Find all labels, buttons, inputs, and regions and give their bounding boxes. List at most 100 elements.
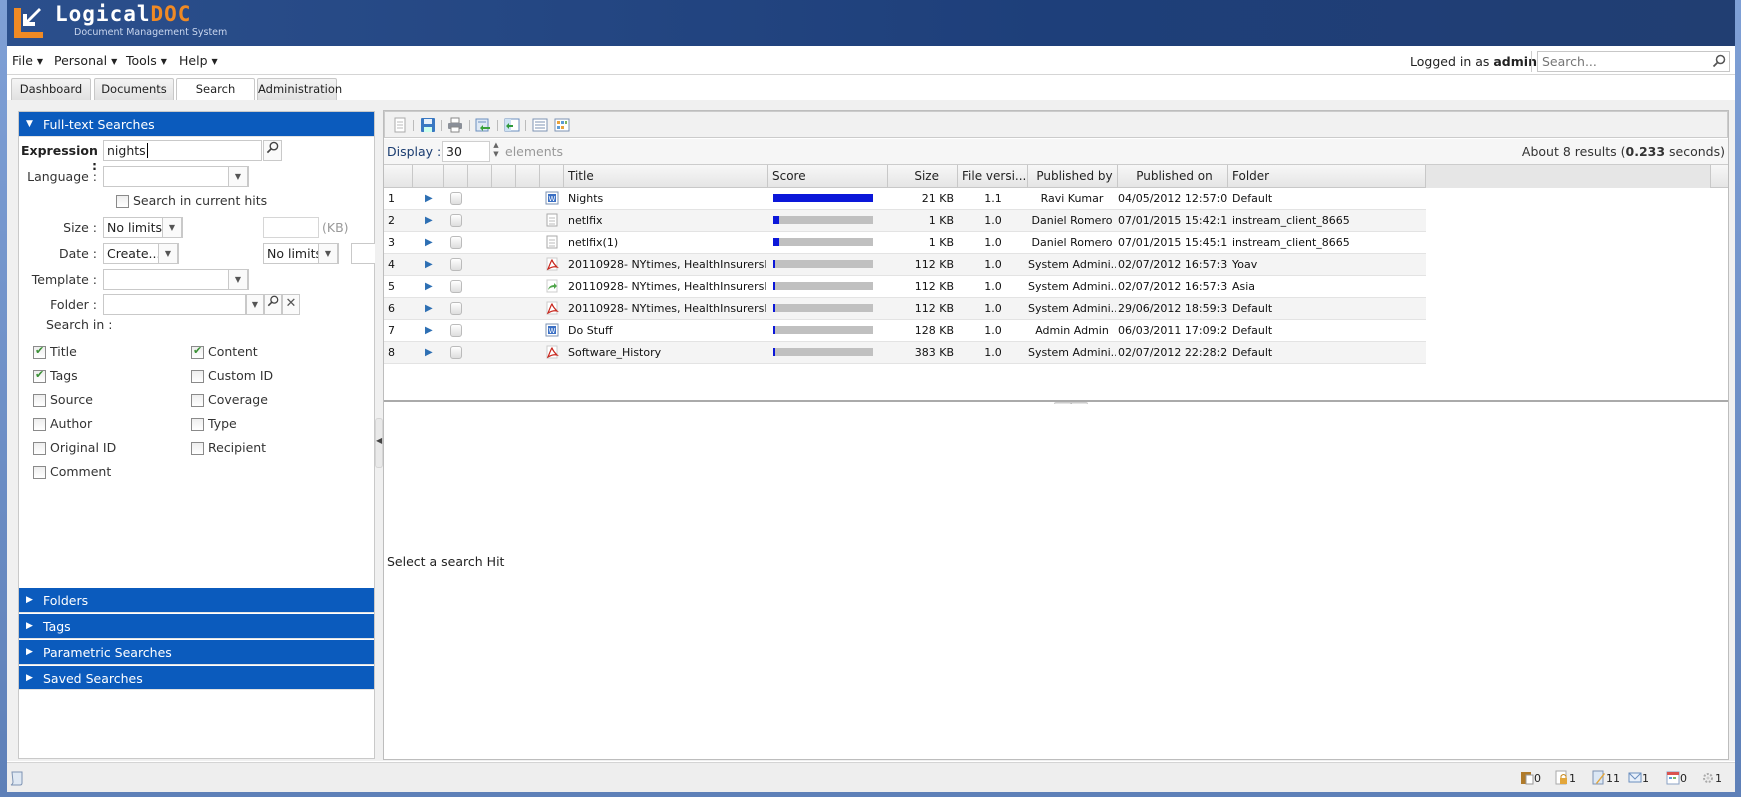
table-row[interactable]: 3 ▶ netlfix(1) 1 KB 1.0 Daniel Romero 07/01/20… bbox=[384, 232, 1426, 254]
section-saved-searches[interactable]: ▶ Saved Searches bbox=[19, 666, 374, 690]
import-icon[interactable] bbox=[504, 117, 520, 133]
folder-search-button[interactable] bbox=[264, 294, 282, 315]
date-type-select[interactable]: Create... ▼ bbox=[103, 243, 179, 264]
step-up-icon[interactable]: ▲ bbox=[490, 141, 502, 150]
search-in-tags-checkbox[interactable] bbox=[33, 368, 46, 383]
date-limit-select[interactable]: No limits ▼ bbox=[263, 243, 339, 264]
tab-administration[interactable]: Administration bbox=[257, 78, 342, 100]
search-in-title-checkbox[interactable] bbox=[33, 344, 46, 359]
column-header-title[interactable]: Title bbox=[564, 165, 768, 188]
column-header-published-by[interactable]: Published by bbox=[1028, 165, 1118, 188]
expand-row-icon[interactable]: ▶ bbox=[425, 254, 435, 275]
column-header-lock[interactable] bbox=[468, 165, 492, 188]
column-header-icon[interactable] bbox=[540, 165, 564, 188]
expand-row-icon[interactable]: ▶ bbox=[425, 210, 435, 231]
tab-documents[interactable]: Documents bbox=[94, 78, 174, 100]
export-icon[interactable] bbox=[475, 117, 491, 133]
display-count-input[interactable]: 30 bbox=[442, 141, 490, 162]
column-header-published-on[interactable]: Published on bbox=[1118, 165, 1228, 188]
table-row[interactable]: 1 ▶ W Nights 21 KB 1.1 Ravi Kumar 04/05/2012 12… bbox=[384, 188, 1426, 210]
search-in-original-id-checkbox[interactable] bbox=[33, 442, 46, 455]
tab-dashboard[interactable]: Dashboard bbox=[11, 78, 91, 100]
clipboard-icon[interactable] bbox=[1520, 770, 1534, 785]
table-row[interactable]: 5 ▶ 20110928- NYtimes, HealthInsurersPu...… bbox=[384, 276, 1426, 298]
expression-input[interactable]: nights bbox=[103, 140, 262, 161]
menu-personal[interactable]: Personal ▼ bbox=[54, 53, 117, 68]
gear-icon[interactable] bbox=[1701, 770, 1715, 785]
display-count-stepper[interactable]: ▲ ▼ bbox=[490, 141, 502, 162]
column-picker[interactable] bbox=[1711, 165, 1728, 188]
column-header-size[interactable]: Size bbox=[888, 165, 958, 188]
row-title[interactable]: Do Stuff bbox=[568, 320, 766, 341]
search-in-source-checkbox[interactable] bbox=[33, 394, 46, 407]
section-tags[interactable]: ▶ Tags bbox=[19, 614, 374, 639]
expand-row-icon[interactable]: ▶ bbox=[425, 188, 435, 209]
date-input[interactable] bbox=[351, 243, 375, 264]
expand-row-icon[interactable]: ▶ bbox=[425, 342, 435, 363]
search-current-hits-checkbox[interactable] bbox=[116, 195, 129, 208]
table-row[interactable]: 7 ▶ W Do Stuff 128 KB 1.0 Admin Admin 06/03/201… bbox=[384, 320, 1426, 342]
column-header-folder[interactable]: Folder bbox=[1228, 165, 1426, 188]
top-search-input[interactable] bbox=[1538, 52, 1698, 71]
column-header-expand[interactable] bbox=[413, 165, 444, 188]
table-row[interactable]: 4 ▶ 20110928- NYtimes, HealthInsurersPu...… bbox=[384, 254, 1426, 276]
folder-dropdown-button[interactable]: ▼ bbox=[246, 294, 264, 315]
list-view-icon[interactable] bbox=[532, 117, 548, 133]
expand-row-icon[interactable]: ▶ bbox=[425, 320, 435, 341]
section-parametric-searches[interactable]: ▶ Parametric Searches bbox=[19, 640, 374, 665]
calendar-icon[interactable] bbox=[1666, 770, 1680, 785]
table-row[interactable]: 8 ▶ Software_History 383 KB 1.0 System Admini… bbox=[384, 342, 1426, 364]
column-header-file-version[interactable]: File versi... bbox=[958, 165, 1028, 188]
expression-search-button[interactable] bbox=[263, 140, 282, 161]
column-header-indexed[interactable] bbox=[444, 165, 468, 188]
row-title[interactable]: 20110928- NYtimes, HealthInsurersPu... bbox=[568, 254, 766, 275]
size-input[interactable] bbox=[263, 217, 319, 238]
column-header-stamped[interactable] bbox=[516, 165, 540, 188]
log-icon[interactable] bbox=[10, 771, 24, 786]
tab-search[interactable]: Search bbox=[176, 78, 255, 101]
locked-documents-icon[interactable] bbox=[1555, 770, 1569, 785]
search-in-author-checkbox[interactable] bbox=[33, 418, 46, 431]
step-down-icon[interactable]: ▼ bbox=[490, 150, 502, 159]
row-title[interactable]: Nights bbox=[568, 188, 766, 209]
search-icon bbox=[267, 295, 279, 307]
row-title[interactable]: 20110928- NYtimes, HealthInsurersPu... bbox=[568, 276, 766, 297]
search-in-comment-checkbox[interactable] bbox=[33, 466, 46, 479]
search-in-coverage-checkbox[interactable] bbox=[191, 394, 204, 407]
checked-out-icon[interactable] bbox=[1592, 770, 1606, 785]
row-title[interactable]: 20110928- NYtimes, HealthInsurersPu... bbox=[568, 298, 766, 319]
search-icon[interactable] bbox=[1712, 54, 1726, 68]
table-row[interactable]: 6 ▶ 20110928- NYtimes, HealthInsurersPu...… bbox=[384, 298, 1426, 320]
template-select[interactable]: ▼ bbox=[103, 269, 249, 290]
menu-file[interactable]: File ▼ bbox=[12, 53, 43, 68]
search-in-content-checkbox[interactable] bbox=[191, 344, 204, 359]
section-folders[interactable]: ▶ Folders bbox=[19, 588, 374, 613]
search-in-recipient-checkbox[interactable] bbox=[191, 442, 204, 455]
print-icon[interactable] bbox=[447, 117, 463, 133]
column-header-index[interactable] bbox=[384, 165, 413, 188]
panel-resize-handle[interactable]: ◀ bbox=[375, 418, 383, 468]
expand-row-icon[interactable]: ▶ bbox=[425, 232, 435, 253]
folder-input[interactable] bbox=[103, 294, 246, 315]
expand-row-icon[interactable]: ▶ bbox=[425, 298, 435, 319]
row-title[interactable]: Software_History bbox=[568, 342, 766, 363]
column-header-score[interactable]: Score bbox=[768, 165, 888, 188]
menu-help[interactable]: Help ▼ bbox=[179, 53, 218, 68]
row-title[interactable]: netlfix bbox=[568, 210, 766, 231]
row-title[interactable]: netlfix(1) bbox=[568, 232, 766, 253]
search-in-custom-id-checkbox[interactable] bbox=[191, 370, 204, 383]
size-select[interactable]: No limits ▼ bbox=[103, 217, 183, 238]
folder-clear-button[interactable]: ✕ bbox=[282, 294, 300, 315]
expand-row-icon[interactable]: ▶ bbox=[425, 276, 435, 297]
save-icon[interactable] bbox=[420, 117, 436, 133]
document-icon[interactable] bbox=[392, 117, 408, 133]
language-select[interactable]: ▼ bbox=[103, 166, 249, 187]
gallery-view-icon[interactable] bbox=[554, 117, 570, 133]
menu-tools[interactable]: Tools ▼ bbox=[126, 53, 167, 68]
messages-icon[interactable] bbox=[1628, 770, 1642, 785]
column-header-signed[interactable] bbox=[492, 165, 516, 188]
row-folder: Default bbox=[1232, 324, 1273, 337]
section-fulltext-searches[interactable]: ▼ Full-text Searches bbox=[19, 112, 374, 137]
search-in-type-checkbox[interactable] bbox=[191, 418, 204, 431]
table-row[interactable]: 2 ▶ netlfix 1 KB 1.0 Daniel Romero 07/01/2015 … bbox=[384, 210, 1426, 232]
